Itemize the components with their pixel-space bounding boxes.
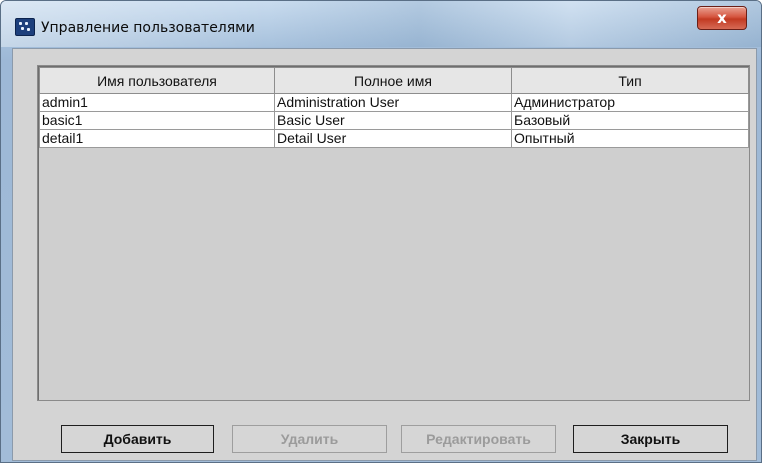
table-header-row: Имя пользователя Полное имя Тип [39,67,749,94]
close-icon: x [717,9,727,27]
cell-type[interactable]: Базовый [511,111,749,130]
cell-full-name[interactable]: Detail User [274,129,512,148]
close-window-button[interactable]: x [697,6,747,30]
column-header-username[interactable]: Имя пользователя [39,67,275,94]
cell-username[interactable]: admin1 [39,93,275,112]
column-header-type[interactable]: Тип [511,67,749,94]
users-table: Имя пользователя Полное имя Тип admin1 A… [39,67,749,148]
cell-type[interactable]: Опытный [511,129,749,148]
add-button[interactable]: Добавить [61,425,214,453]
app-icon [15,18,35,36]
cell-username[interactable]: basic1 [39,111,275,130]
cell-full-name[interactable]: Basic User [274,111,512,130]
close-button[interactable]: Закрыть [573,425,728,453]
table-row[interactable]: admin1 Administration User Администратор [39,93,749,112]
cell-type[interactable]: Администратор [511,93,749,112]
user-management-window: Управление пользователями x Имя пользова… [0,0,762,463]
cell-full-name[interactable]: Administration User [274,93,512,112]
users-table-panel[interactable]: Имя пользователя Полное имя Тип admin1 A… [37,65,750,401]
window-title: Управление пользователями [41,20,255,36]
column-header-full-name[interactable]: Полное имя [274,67,512,94]
edit-button[interactable]: Редактировать [401,425,556,453]
delete-button[interactable]: Удалить [232,425,387,453]
title-bar[interactable]: Управление пользователями x [1,1,761,47]
table-row[interactable]: basic1 Basic User Базовый [39,111,749,130]
dialog-content: Имя пользователя Полное имя Тип admin1 A… [12,48,757,461]
table-row[interactable]: detail1 Detail User Опытный [39,129,749,148]
cell-username[interactable]: detail1 [39,129,275,148]
